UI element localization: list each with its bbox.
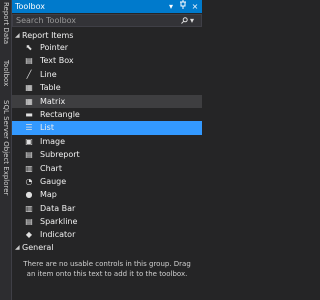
rectangle-icon: ▬ bbox=[25, 109, 33, 119]
search-box: ▾ bbox=[12, 14, 202, 27]
side-tab-report-data[interactable]: Report Data bbox=[0, 2, 11, 54]
image-icon: ▣ bbox=[25, 136, 33, 146]
toolbox-item-indicator[interactable]: ◆ Indicator bbox=[12, 228, 202, 241]
toolbox-item-rectangle[interactable]: ▬ Rectangle bbox=[12, 108, 202, 121]
group-label: Report Items bbox=[22, 31, 74, 40]
indicator-icon: ◆ bbox=[25, 230, 33, 240]
pin-icon[interactable] bbox=[178, 0, 188, 13]
group-header-report-items[interactable]: ◢ Report Items bbox=[12, 30, 202, 41]
group-header-general[interactable]: ◢ General bbox=[12, 242, 202, 253]
toolbox-item-label: Indicator bbox=[40, 230, 76, 240]
sparkline-icon: ▤ bbox=[25, 217, 33, 227]
gauge-icon: ◔ bbox=[25, 176, 33, 186]
toolbox-item-label: Table bbox=[40, 83, 61, 93]
toolbox-item-label: Map bbox=[40, 190, 57, 200]
close-icon[interactable]: × bbox=[190, 0, 200, 13]
side-tab-strip: Report Data Toolbox SQL Server Object Ex… bbox=[0, 0, 12, 300]
table-icon: ▦ bbox=[25, 83, 33, 93]
toolbox-item-label: Gauge bbox=[40, 176, 67, 186]
toolbox-item-matrix[interactable]: ▦ Matrix bbox=[12, 94, 202, 108]
toolbox-titlebar[interactable]: Toolbox ▾ × bbox=[12, 0, 202, 13]
toolbox-item-list[interactable]: ☰ List bbox=[12, 121, 202, 135]
side-tab-sql-server-object-explorer[interactable]: SQL Server Object Explorer bbox=[0, 100, 11, 230]
dropdown-icon[interactable]: ▾ bbox=[166, 0, 176, 13]
toolbox-item-map[interactable]: ● Map bbox=[12, 188, 202, 201]
side-tab-label: Toolbox bbox=[2, 60, 10, 87]
toolbox-item-label: Data Bar bbox=[40, 203, 76, 213]
toolbox-item-sparkline[interactable]: ▤ Sparkline bbox=[12, 215, 202, 228]
toolbox-item-label: Chart bbox=[40, 163, 62, 173]
toolbox-panel: Toolbox ▾ × ▾ ◢ Report Items ⬉ Pointer ▤ Te… bbox=[12, 0, 202, 300]
toolbox-item-label: Rectangle bbox=[40, 109, 80, 119]
search-options-icon[interactable]: ▾ bbox=[190, 15, 194, 26]
toolbox-item-subreport[interactable]: ▤ Subreport bbox=[12, 148, 202, 161]
subreport-icon: ▤ bbox=[25, 150, 33, 160]
textbox-icon: ▤ bbox=[25, 56, 33, 66]
toolbox-item-table[interactable]: ▦ Table bbox=[12, 81, 202, 94]
side-tab-toolbox[interactable]: Toolbox bbox=[0, 60, 11, 96]
side-tab-label: Report Data bbox=[2, 2, 10, 45]
search-icon bbox=[181, 17, 188, 24]
report-items-list: ⬉ Pointer ▤ Text Box ╱ Line ▦ Table ▦ Matrix ▬ Rect… bbox=[12, 41, 202, 242]
list-icon: ☰ bbox=[25, 123, 33, 133]
side-tab-label: SQL Server Object Explorer bbox=[2, 100, 10, 196]
toolbox-item-label: Line bbox=[40, 69, 57, 79]
toolbox-item-gauge[interactable]: ◔ Gauge bbox=[12, 175, 202, 188]
toolbox-item-text-box[interactable]: ▤ Text Box bbox=[12, 54, 202, 67]
group-label: General bbox=[22, 242, 54, 252]
toolbox-item-pointer[interactable]: ⬉ Pointer bbox=[12, 41, 202, 54]
databar-icon: ▥ bbox=[25, 203, 33, 213]
matrix-icon: ▦ bbox=[25, 96, 33, 106]
pointer-icon: ⬉ bbox=[25, 43, 33, 52]
toolbox-item-image[interactable]: ▣ Image bbox=[12, 135, 202, 148]
collapse-arrow-icon: ◢ bbox=[15, 32, 20, 39]
toolbox-item-label: Pointer bbox=[40, 43, 69, 52]
toolbox-item-label: List bbox=[40, 123, 54, 133]
toolbox-item-label: Matrix bbox=[40, 96, 66, 106]
toolbox-item-label: Image bbox=[40, 136, 66, 146]
toolbox-item-label: Sparkline bbox=[40, 217, 78, 227]
toolbox-item-label: Subreport bbox=[40, 150, 80, 160]
toolbox-item-chart[interactable]: ▥ Chart bbox=[12, 162, 202, 175]
toolbox-item-data-bar[interactable]: ▥ Data Bar bbox=[12, 202, 202, 215]
toolbox-item-line[interactable]: ╱ Line bbox=[12, 68, 202, 81]
chart-icon: ▥ bbox=[25, 163, 33, 173]
toolbox-item-label: Text Box bbox=[40, 56, 74, 66]
search-button[interactable]: ▾ bbox=[181, 15, 199, 26]
window-title: Toolbox bbox=[15, 2, 45, 11]
search-input[interactable] bbox=[13, 15, 176, 26]
line-icon: ╱ bbox=[26, 69, 32, 79]
empty-group-message[interactable]: There are no usable controls in this gro… bbox=[12, 259, 202, 279]
collapse-arrow-icon: ◢ bbox=[15, 243, 20, 251]
map-icon: ● bbox=[25, 190, 33, 200]
